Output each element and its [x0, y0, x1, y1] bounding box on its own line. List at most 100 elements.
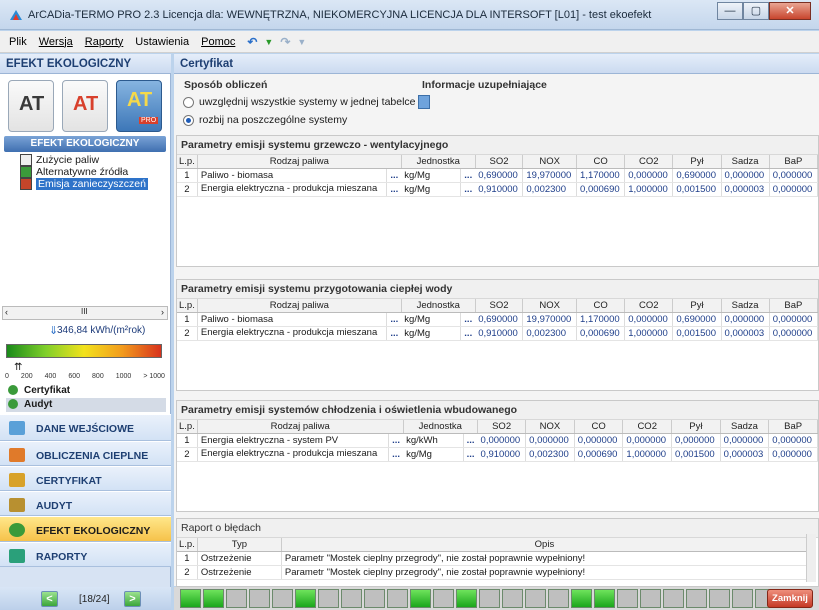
minimize-button[interactable]: — [717, 2, 743, 20]
status-square[interactable] [525, 589, 546, 608]
unit-picker-button[interactable]: ... [460, 326, 476, 341]
radio-one-table[interactable]: uwzględnij wszystkie systemy w jednej ta… [183, 96, 416, 108]
menu-ustawienia[interactable]: Ustawienia [135, 36, 189, 48]
col-sadza: Sadza [720, 420, 770, 434]
next-page-button[interactable]: > [124, 591, 141, 607]
col-so2: SO2 [475, 155, 524, 169]
fuel-picker-button[interactable]: ... [388, 447, 404, 462]
close-app-button[interactable]: Zamknij [767, 589, 813, 608]
status-square[interactable] [364, 589, 385, 608]
menu-pomoc[interactable]: Pomoc [201, 36, 235, 48]
table-title: Parametry emisji systemów chłodzenia i o… [177, 401, 818, 420]
scroll-right-icon[interactable]: › [161, 307, 164, 317]
tree-horizontal-scrollbar[interactable]: ‹ III › [2, 306, 168, 320]
radio-split-systems[interactable]: rozbij na poszczególne systemy [183, 114, 347, 126]
sub-item-certyfikat[interactable]: Certyfikat [6, 384, 166, 398]
nav-efekt-ekologiczny[interactable]: EFEKT EKOLOGICZNY [0, 516, 171, 542]
tree-item-alternatywne-zrodla[interactable]: Alternatywne źródła [20, 166, 128, 179]
fuel-picker-button[interactable]: ... [386, 168, 402, 183]
undo-icon[interactable]: ↶ [247, 35, 257, 49]
table-row[interactable]: 1 Energia elektryczna - system PV ... kg… [177, 433, 818, 448]
program-logo-icon: AT [19, 93, 45, 115]
emission-table: L.p. Rodzaj paliwa Jednostka SO2 NOX CO … [177, 299, 819, 341]
status-square[interactable] [709, 589, 730, 608]
status-square[interactable] [732, 589, 753, 608]
scale-label: 0 [5, 373, 9, 380]
report-scrollbar[interactable] [806, 534, 816, 582]
fuel-picker-button[interactable]: ... [386, 326, 402, 341]
status-square[interactable] [318, 589, 339, 608]
status-square[interactable] [341, 589, 362, 608]
maximize-button[interactable]: ▢ [743, 2, 769, 20]
prev-page-button[interactable]: < [41, 591, 58, 607]
redo-icon[interactable]: ↷ [280, 35, 290, 49]
nav-dane-wejsciowe[interactable]: DANE WEJŚCIOWE [0, 414, 171, 441]
status-square[interactable] [433, 589, 454, 608]
col-co: CO [574, 420, 624, 434]
redo-dropdown-icon[interactable]: ▼ [297, 37, 306, 47]
scroll-left-icon[interactable]: ‹ [5, 307, 8, 317]
scroll-thumb[interactable]: III [81, 307, 88, 316]
status-square[interactable] [272, 589, 293, 608]
menu-plik[interactable]: Plik [9, 36, 27, 48]
status-square[interactable] [249, 589, 270, 608]
scale-label: 800 [92, 373, 104, 380]
status-square[interactable] [617, 589, 638, 608]
table-row[interactable]: 2 Energia elektryczna - produkcja miesza… [177, 447, 818, 462]
info-document-icon[interactable] [418, 95, 430, 109]
status-square[interactable] [203, 589, 224, 608]
radio-button[interactable] [183, 96, 194, 108]
unit-picker-button[interactable]: ... [463, 447, 478, 462]
menu-raporty[interactable]: Raporty [85, 36, 124, 48]
fuel-picker-button[interactable]: ... [386, 182, 402, 197]
col-description: Opis [281, 538, 809, 552]
radio-button[interactable] [183, 114, 194, 126]
error-row[interactable]: 1 Ostrzeżenie Parametr "Mostek cieplny p… [177, 551, 809, 566]
nav-obliczenia-cieplne[interactable]: OBLICZENIA CIEPLNE [0, 441, 171, 466]
menu-wersja[interactable]: Wersja [39, 36, 73, 48]
nav-certyfikat[interactable]: CERTYFIKAT [0, 466, 171, 491]
table-row[interactable]: 2 Energia elektryczna - produkcja miesza… [177, 182, 819, 197]
unit-picker-button[interactable]: ... [463, 433, 478, 448]
status-square[interactable] [387, 589, 408, 608]
col-bap: BaP [768, 420, 818, 434]
status-square[interactable] [502, 589, 523, 608]
program-button-2[interactable]: AT [62, 80, 108, 132]
undo-dropdown-icon[interactable]: ▼ [264, 37, 273, 47]
status-square[interactable] [594, 589, 615, 608]
status-square[interactable] [686, 589, 707, 608]
program-button-1[interactable]: AT [8, 80, 54, 132]
unit-picker-button[interactable]: ... [460, 168, 476, 183]
col-fuel: Rodzaj paliwa [197, 155, 402, 169]
status-square[interactable] [479, 589, 500, 608]
error-row[interactable]: 2 Ostrzeżenie Parametr "Mostek cieplny p… [177, 565, 809, 580]
nav-raporty[interactable]: RAPORTY [0, 542, 171, 567]
certificate-nav-icon [9, 473, 25, 487]
sub-item-audyt[interactable]: Audyt [6, 398, 166, 412]
close-window-button[interactable]: ✕ [769, 2, 811, 20]
program-button-pro[interactable]: AT PRO [116, 80, 162, 132]
tree-item-emisja-zanieczyszczen[interactable]: Emisja zanieczyszczeń [20, 178, 148, 191]
status-square[interactable] [295, 589, 316, 608]
status-square[interactable] [180, 589, 201, 608]
report-title: Raport o błędach [177, 519, 818, 538]
fuel-picker-button[interactable]: ... [388, 433, 404, 448]
unit-picker-button[interactable]: ... [460, 182, 476, 197]
col-lp: L.p. [177, 155, 198, 169]
table-row[interactable]: 1 Paliwo - biomasa ... kg/Mg ... 0,69000… [177, 168, 819, 183]
status-square[interactable] [571, 589, 592, 608]
status-square[interactable] [663, 589, 684, 608]
status-square[interactable] [226, 589, 247, 608]
section-efekt-ekologiczny[interactable]: EFEKT EKOLOGICZNY [4, 136, 166, 152]
table-row[interactable]: 1 Paliwo - biomasa ... kg/Mg ... 0,69000… [177, 312, 819, 327]
status-square[interactable] [456, 589, 477, 608]
status-square[interactable] [410, 589, 431, 608]
tree-item-zuzycie-paliw[interactable]: Zużycie paliw [20, 154, 99, 167]
nav-audyt[interactable]: AUDYT [0, 491, 171, 516]
status-square[interactable] [640, 589, 661, 608]
table-row[interactable]: 2 Energia elektryczna - produkcja miesza… [177, 326, 819, 341]
status-square[interactable] [548, 589, 569, 608]
fuel-picker-button[interactable]: ... [386, 312, 402, 327]
unit-picker-button[interactable]: ... [460, 312, 476, 327]
table-heating-ventilation: Parametry emisji systemu grzewczo - went… [176, 135, 819, 267]
